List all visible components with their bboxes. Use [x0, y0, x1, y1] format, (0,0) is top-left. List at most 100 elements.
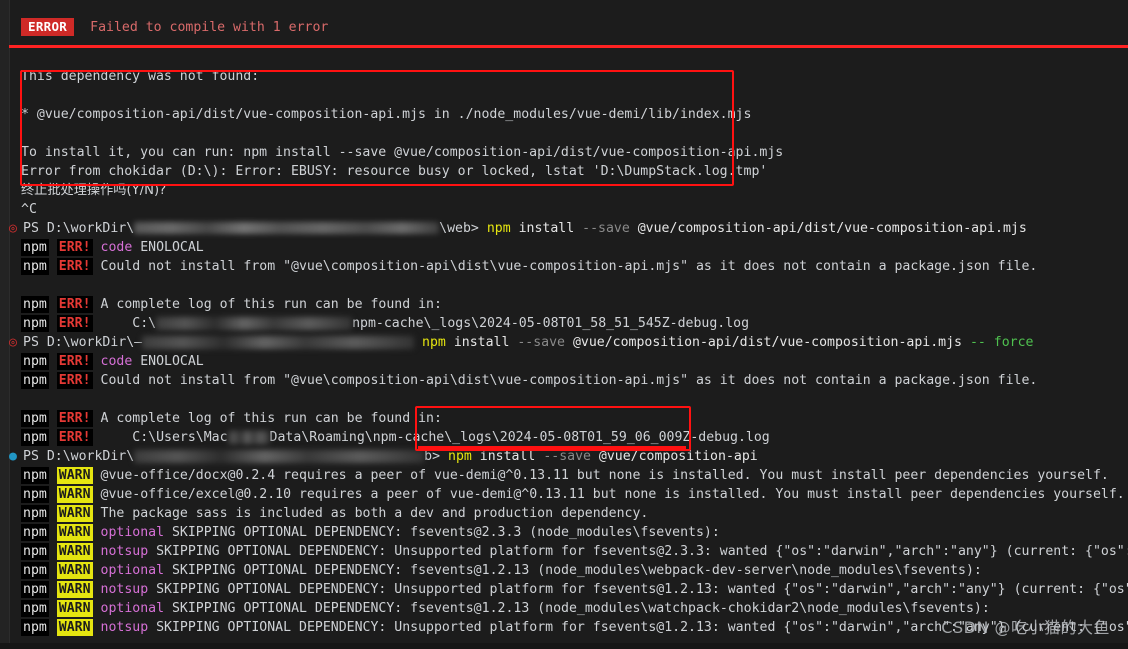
warn-text: @vue-office/excel@0.2.10 requires a peer… [100, 487, 1125, 502]
ctrl-c-line: ^C [21, 202, 37, 217]
npm-warn-line: npm WARN notsup SKIPPING OPTIONAL DEPEND… [9, 580, 1128, 599]
npm-warn-line: npm WARN @vue-office/docx@0.2.4 requires… [9, 466, 1128, 485]
npm-tag: npm [21, 562, 49, 579]
npm-tag: npm [21, 372, 49, 389]
err-tag: ERR! [56, 372, 93, 389]
redacted-user-blur [227, 430, 270, 444]
npm-tag: npm [21, 467, 49, 484]
warn-tag: WARN [56, 600, 93, 617]
npm-warn-line: npm WARN notsup SKIPPING OPTIONAL DEPEND… [9, 542, 1128, 561]
terminal-output[interactable]: ERROR Failed to compile with 1 error Thi… [9, 0, 1128, 649]
warn-kind: optional [100, 525, 165, 540]
npm-err-code-line-1: npm ERR! code ENOLOCAL [9, 238, 1128, 257]
warn-tag: WARN [56, 505, 93, 522]
npm-log-intro-line-1: npm ERR! A complete log of this run can … [9, 295, 1128, 314]
dependency-not-found-line: This dependency was not found: [21, 69, 260, 84]
warn-text: SKIPPING OPTIONAL DEPENDENCY: fsevents@1… [171, 601, 990, 616]
warn-text: SKIPPING OPTIONAL DEPENDENCY: fsevents@2… [171, 525, 720, 540]
command-save-flag: --save [517, 335, 565, 350]
warn-kind: notsup [100, 620, 149, 635]
install-hint-line: To install it, you can run: npm install … [21, 145, 784, 160]
bottom-bar [0, 643, 1128, 649]
warn-tag: WARN [56, 543, 93, 560]
log-path-mid: Data\Roaming\npm-cache [269, 430, 445, 445]
prompt-path-prefix: PS D:\workDir\ [23, 449, 135, 464]
npm-tag: npm [21, 353, 49, 370]
npm-code-label: code [100, 354, 133, 369]
warn-tag: WARN [56, 524, 93, 541]
error-banner-message: Failed to compile with 1 error [90, 19, 329, 35]
warn-tag: WARN [56, 581, 93, 598]
warn-text: The package sass is included as both a d… [100, 506, 649, 521]
npm-log-intro: A complete log of this run can be found … [100, 297, 442, 312]
npm-log-intro-line-2: npm ERR! A complete log of this run can … [9, 409, 1128, 428]
prompt-line-1[interactable]: ◎ PS D:\workDir\ \web> npm install --save … [9, 219, 1128, 238]
npm-tag: npm [21, 410, 49, 427]
npm-warn-line: npm WARN optional SKIPPING OPTIONAL DEPE… [9, 523, 1128, 542]
prompt-line-3[interactable]: ● PS D:\workDir\ b> npm install --save @vu… [9, 447, 1128, 466]
warn-text: SKIPPING OPTIONAL DEPENDENCY: Unsupporte… [156, 582, 1128, 597]
command-argument: @vue/composition-api [598, 449, 758, 464]
log-path-prefix: C:\ [132, 316, 157, 331]
command-argument: @vue/composition-api/dist/vue-compositio… [637, 221, 1027, 236]
npm-tag: npm [21, 258, 49, 275]
redacted-path-blur [134, 222, 440, 234]
err-tag: ERR! [56, 296, 93, 313]
prompt-success-marker-icon: ● [9, 449, 17, 464]
npm-code-label: code [100, 240, 133, 255]
error-badge: ERROR [21, 18, 75, 36]
warn-kind: optional [100, 563, 165, 578]
terminal-window[interactable]: ERROR Failed to compile with 1 error Thi… [0, 0, 1128, 649]
err-tag: ERR! [56, 239, 93, 256]
command-npm: npm [422, 335, 446, 350]
npm-log-path-line-2: npm ERR! C:\Users\Mac Data\Roaming\npm-ca… [9, 428, 1128, 447]
warn-text: SKIPPING OPTIONAL DEPENDENCY: fsevents@1… [171, 563, 982, 578]
prompt-line-2[interactable]: ◎ PS D:\workDir\— npm install --save @vue… [9, 333, 1128, 352]
command-npm: npm [486, 221, 511, 236]
npm-log-intro: A complete log of this run can be found … [100, 411, 442, 426]
err-tag: ERR! [56, 410, 93, 427]
prompt-path-prefix: PS D:\workDir\ [23, 221, 135, 236]
warn-tag: WARN [56, 467, 93, 484]
err-tag: ERR! [56, 353, 93, 370]
npm-tag: npm [21, 505, 49, 522]
missing-module-line: * @vue/composition-api/dist/vue-composit… [21, 107, 752, 122]
command-save-flag: --save [582, 221, 630, 236]
err-tag: ERR! [56, 429, 93, 446]
npm-err-message-line-2: npm ERR! Could not install from "@vue\co… [9, 371, 1128, 390]
redacted-path-blur [134, 449, 425, 463]
prompt-path-suffix: b> [424, 449, 441, 464]
log-path-suffix: npm-cache\_logs\2024-05-08T01_58_51_545Z… [352, 316, 750, 331]
npm-code-value: ENOLOCAL [140, 354, 204, 369]
warn-kind: notsup [100, 544, 149, 559]
warn-kind: optional [100, 601, 165, 616]
npm-tag: npm [21, 581, 49, 598]
npm-tag: npm [21, 619, 49, 636]
chokidar-error-line: Error from chokidar (D:\): Error: EBUSY:… [21, 164, 768, 179]
command-install: install [518, 221, 575, 236]
npm-error-message: Could not install from "@vue\composition… [100, 259, 1038, 274]
npm-tag: npm [21, 315, 49, 332]
redacted-user-blur [156, 316, 353, 330]
command-install: install [479, 449, 536, 464]
batch-terminate-prompt: 终止批处理操作吗(Y/N)? [21, 183, 167, 198]
command-npm: npm [448, 449, 472, 464]
npm-err-message-line-1: npm ERR! Could not install from "@vue\co… [9, 257, 1128, 276]
prompt-error-marker-icon: ◎ [9, 335, 17, 350]
warn-kind: notsup [100, 582, 149, 597]
npm-warn-line: npm WARN @vue-office/excel@0.2.10 requir… [9, 485, 1128, 504]
log-path-prefix: C:\Users\Mac [132, 430, 228, 445]
prompt-error-marker-icon: ◎ [9, 221, 17, 236]
warn-text: SKIPPING OPTIONAL DEPENDENCY: Unsupporte… [156, 544, 1128, 559]
command-install: install [453, 335, 510, 350]
npm-error-message: Could not install from "@vue\composition… [100, 373, 1038, 388]
npm-tag: npm [21, 600, 49, 617]
warn-text: @vue-office/docx@0.2.4 requires a peer o… [100, 468, 1109, 483]
log-path-tail: \_logs\2024-05-08T01_59_06_009Z-debug.lo… [444, 430, 770, 445]
npm-err-code-line-2: npm ERR! code ENOLOCAL [9, 352, 1128, 371]
npm-tag: npm [21, 239, 49, 256]
